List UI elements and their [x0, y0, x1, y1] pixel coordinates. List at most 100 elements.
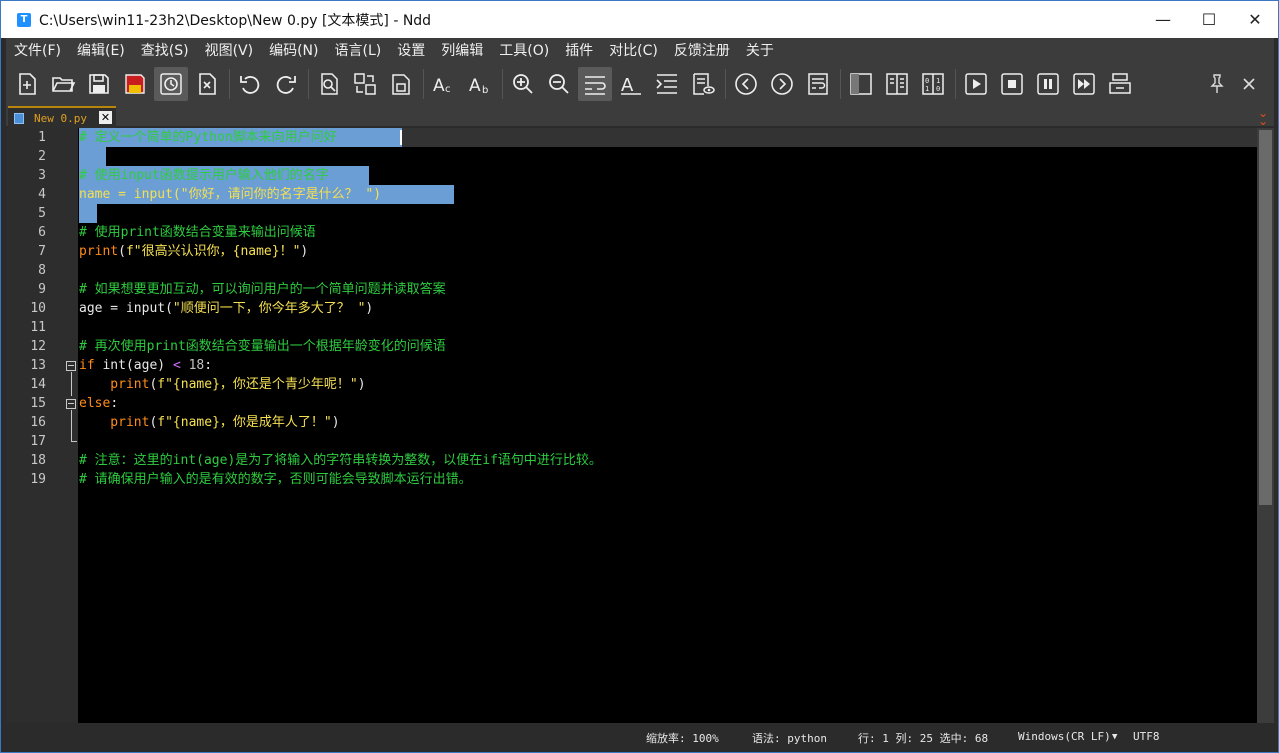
save-icon[interactable]	[82, 67, 116, 101]
line-ending-dropdown-icon[interactable]: ▼	[1112, 732, 1117, 742]
menu-search[interactable]: 查找(S)	[133, 38, 197, 64]
font-decrease-icon[interactable]: Ab	[463, 67, 497, 101]
tab-list-chevron-icon[interactable]: ⌄ ⌄	[1258, 107, 1268, 127]
redo-icon[interactable]	[269, 67, 303, 101]
text-selection	[79, 204, 97, 223]
code-token: )	[357, 377, 366, 392]
zoom-in-icon[interactable]	[506, 67, 540, 101]
line-number: 18	[30, 453, 46, 468]
code-token: "你好，请问你的名字是什么？ "	[180, 187, 374, 202]
code-token: <	[172, 358, 181, 373]
svg-text:0: 0	[936, 85, 940, 93]
compare-icon[interactable]	[880, 67, 914, 101]
code-token: f"{name}，你是成年人了！"	[157, 415, 332, 430]
menu-plugins[interactable]: 插件	[557, 38, 601, 64]
macro-pause-icon[interactable]	[1031, 67, 1065, 101]
font-increase-icon[interactable]: Ac	[427, 67, 461, 101]
svg-text:1: 1	[925, 85, 929, 93]
fold-collapse-icon[interactable]	[66, 399, 76, 409]
code-token: )	[300, 244, 309, 259]
svg-text:0: 0	[925, 77, 929, 85]
find-icon[interactable]	[312, 67, 346, 101]
code-line: name = input("你好，请问你的名字是什么？ ")	[79, 185, 381, 204]
binary-compare-icon[interactable]: 0110	[916, 67, 950, 101]
line-ending[interactable]: Windows(CR LF)	[1018, 730, 1111, 743]
line-number: 1	[38, 130, 46, 145]
menu-about[interactable]: 关于	[738, 38, 782, 64]
file-saved-icon	[14, 112, 24, 124]
line-number: 13	[30, 358, 46, 373]
code-token: else	[79, 396, 111, 411]
auto-save-clock-icon[interactable]	[154, 67, 188, 101]
new-file-icon[interactable]	[10, 67, 44, 101]
menu-edit[interactable]: 编辑(E)	[69, 38, 133, 64]
macro-play-icon[interactable]	[959, 67, 993, 101]
cursor-position: 行: 1 列: 25 选中: 68	[858, 732, 989, 745]
format-icon[interactable]	[801, 67, 835, 101]
line-number: 17	[30, 434, 46, 449]
menu-tools[interactable]: 工具(O)	[491, 38, 557, 64]
close-file-icon[interactable]	[190, 67, 224, 101]
tab-close-button[interactable]: ✕	[99, 111, 112, 124]
code-token: name = input(	[79, 187, 181, 202]
code-line: # 定义一个简单的Python脚本来向用户问好	[79, 130, 337, 145]
menu-language[interactable]: 语言(L)	[327, 38, 390, 64]
fold-collapse-icon[interactable]	[66, 361, 76, 371]
menu-file[interactable]: 文件(F)	[6, 38, 69, 64]
show-symbols-icon[interactable]: A	[614, 67, 648, 101]
next-icon[interactable]	[765, 67, 799, 101]
code-token: print	[79, 415, 150, 430]
close-window-button[interactable]: ✕	[1232, 1, 1278, 38]
code-token: int(age)	[94, 358, 173, 373]
toolbar-right	[1202, 64, 1266, 104]
window-controls: — ☐ ✕	[1140, 1, 1278, 38]
svg-text:A: A	[469, 76, 481, 96]
line-number: 3	[38, 168, 46, 183]
undo-icon[interactable]	[233, 67, 267, 101]
syntax-language[interactable]: 语法: python	[752, 730, 827, 746]
tab-new-0-py[interactable]: New 0.py ✕	[8, 106, 116, 128]
line-number: 9	[38, 282, 46, 297]
code-area[interactable]: # 定义一个简单的Python脚本来向用户问好 # 使用input函数提示用户输…	[79, 128, 1257, 723]
code-line: if int(age) < 18:	[79, 356, 212, 375]
vertical-scrollbar[interactable]	[1257, 128, 1274, 723]
macro-stop-icon[interactable]	[995, 67, 1029, 101]
zoom-out-icon[interactable]	[542, 67, 576, 101]
menu-bar: 文件(F) 编辑(E) 查找(S) 视图(V) 编码(N) 语言(L) 设置 列…	[6, 38, 1274, 64]
maximize-button[interactable]: ☐	[1186, 1, 1232, 38]
save-all-icon[interactable]	[118, 67, 152, 101]
tab-label: New 0.py	[34, 111, 87, 125]
close-toolbar-icon[interactable]	[1234, 67, 1264, 101]
macro-run-multiple-icon[interactable]	[1067, 67, 1101, 101]
code-editor[interactable]: 1 2 3 4 5 6 7 8 9 10 11 12 13 14 15 16 1…	[6, 128, 1257, 723]
indent-guide-icon[interactable]	[650, 67, 684, 101]
menu-compare[interactable]: 对比(C)	[601, 38, 666, 64]
code-token: (	[118, 244, 126, 259]
toolbar-separator	[725, 69, 726, 99]
word-wrap-icon[interactable]	[578, 67, 612, 101]
split-view-icon[interactable]	[844, 67, 878, 101]
pin-icon[interactable]	[1202, 67, 1232, 101]
line-number: 6	[38, 225, 46, 240]
previous-icon[interactable]	[729, 67, 763, 101]
code-line: age = input("顺便问一下，你今年多大了？ ")	[79, 299, 373, 318]
preview-icon[interactable]	[686, 67, 720, 101]
macro-save-icon[interactable]	[1103, 67, 1137, 101]
encoding[interactable]: UTF8	[1133, 730, 1160, 743]
code-line: # 如果想要更加互动，可以询问用户的一个简单问题并读取答案	[79, 282, 446, 297]
menu-view[interactable]: 视图(V)	[197, 38, 262, 64]
replace-icon[interactable]	[348, 67, 382, 101]
title-bar: T C:\Users\win11-23h2\Desktop\New 0.py […	[1, 1, 1278, 38]
code-line: # 使用print函数结合变量来输出问候语	[79, 225, 316, 240]
text-cursor	[400, 130, 402, 145]
app-icon: T	[17, 12, 31, 27]
open-folder-icon[interactable]	[46, 67, 80, 101]
scrollbar-thumb[interactable]	[1259, 130, 1272, 505]
menu-feedback[interactable]: 反馈注册	[666, 38, 738, 64]
minimize-button[interactable]: —	[1140, 1, 1186, 38]
menu-settings[interactable]: 设置	[389, 38, 433, 64]
find-in-files-icon[interactable]	[384, 67, 418, 101]
code-token: :	[110, 396, 119, 411]
menu-column-edit[interactable]: 列编辑	[433, 38, 491, 64]
menu-encoding[interactable]: 编码(N)	[261, 38, 326, 64]
